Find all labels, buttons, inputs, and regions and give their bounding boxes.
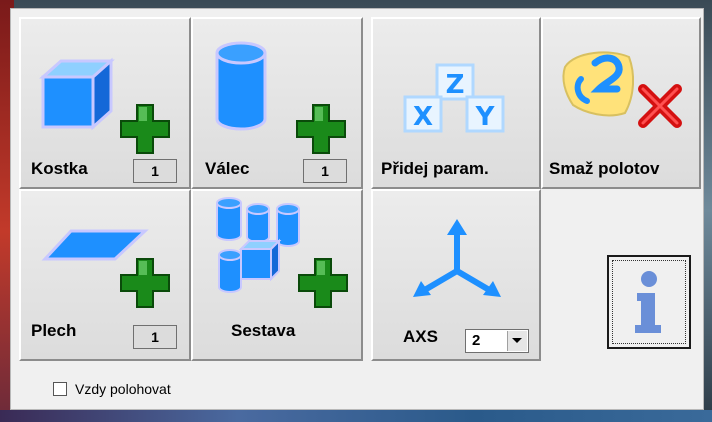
kostka-label: Kostka <box>31 159 88 178</box>
plus-icon <box>120 104 170 154</box>
erase-icon <box>562 51 682 128</box>
plus-icon <box>120 258 170 308</box>
axs-select[interactable]: 2 <box>465 329 529 353</box>
info-icon <box>635 271 661 333</box>
x-letter: X <box>413 102 433 132</box>
axes-icon <box>413 219 501 297</box>
valec-button[interactable]: Válec 1 <box>191 17 363 189</box>
axs-label: AXS <box>403 327 438 346</box>
cylinder-icon <box>215 41 267 131</box>
sestava-button[interactable]: Sestava <box>191 189 363 361</box>
axs-select-value: 2 <box>472 332 481 349</box>
kostka-button[interactable]: Kostka 1 <box>19 17 191 189</box>
y-letter: Y <box>475 102 496 132</box>
desktop-background-bottom <box>0 410 712 422</box>
pridej-param-label: Přidej param. <box>381 159 489 178</box>
kostka-count-field[interactable]: 1 <box>133 159 177 183</box>
vzdy-polohovat-label[interactable]: Vzdy polohovat <box>75 381 171 397</box>
axs-button[interactable]: AXS 2 <box>371 189 541 361</box>
z-letter: Z <box>446 70 465 100</box>
sestava-label: Sestava <box>231 321 296 340</box>
smaz-polotov-button[interactable]: Smaž polotov <box>541 17 701 189</box>
plus-icon <box>298 258 348 308</box>
valec-label: Válec <box>205 159 250 178</box>
chevron-down-icon[interactable] <box>507 331 527 351</box>
info-button[interactable] <box>607 255 691 349</box>
plech-label: Plech <box>31 321 77 340</box>
assembly-icon <box>216 197 300 293</box>
cube-icon <box>39 57 115 131</box>
xyz-blocks-icon: Z X Y <box>403 63 505 133</box>
plech-button[interactable]: Plech 1 <box>19 189 191 361</box>
plech-count-field[interactable]: 1 <box>133 325 177 349</box>
valec-count-field[interactable]: 1 <box>303 159 347 183</box>
smaz-polotov-label: Smaž polotov <box>549 159 660 178</box>
pridej-param-button[interactable]: Z X Y Přidej param. <box>371 17 541 189</box>
vzdy-polohovat-checkbox[interactable] <box>53 382 67 396</box>
plus-icon <box>296 104 346 154</box>
toolbar-panel: Kostka 1 Válec 1 Z X Y Přidej param. Sma… <box>10 8 704 410</box>
